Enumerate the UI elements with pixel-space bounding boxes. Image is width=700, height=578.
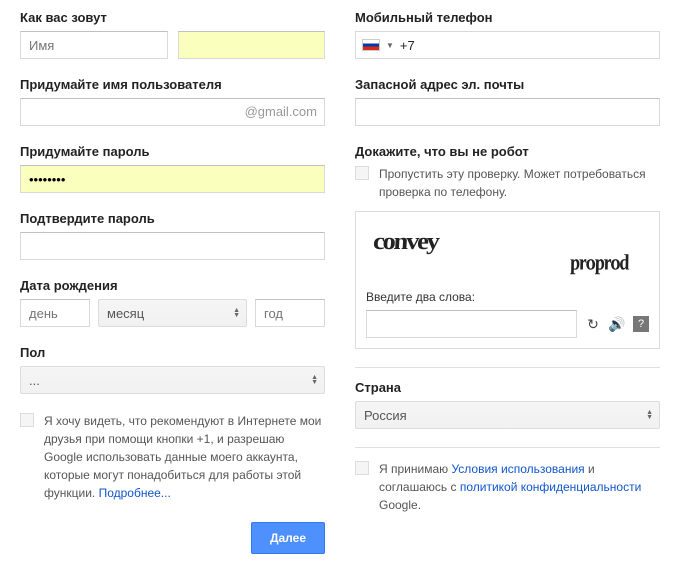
- right-column: Мобильный телефон ▼ +7 Запасной адрес эл…: [355, 10, 660, 554]
- username-group: Придумайте имя пользователя @gmail.com: [20, 77, 325, 126]
- username-input[interactable]: [20, 98, 325, 126]
- select-arrows-icon: ▲▼: [311, 375, 318, 385]
- confirm-password-group: Подтвердите пароль: [20, 211, 325, 260]
- gender-label: Пол: [20, 345, 325, 360]
- plusone-checkbox[interactable]: [20, 413, 34, 427]
- phone-group: Мобильный телефон ▼ +7: [355, 10, 660, 59]
- next-button[interactable]: Далее: [251, 522, 325, 554]
- gender-select[interactable]: ... ▲▼: [20, 366, 325, 394]
- robot-label: Докажите, что вы не робот: [355, 144, 660, 159]
- password-group: Придумайте пароль: [20, 144, 325, 193]
- plusone-text: Я хочу видеть, что рекомендуют в Интерне…: [44, 412, 325, 502]
- help-icon[interactable]: ?: [633, 316, 649, 332]
- captcha-prompt: Введите два слова:: [366, 290, 649, 304]
- captcha-input[interactable]: [366, 310, 577, 338]
- dob-month-value: месяц: [107, 306, 144, 321]
- dob-group: Дата рождения месяц ▲▼: [20, 278, 325, 327]
- captcha-box: convey proprod Введите два слова: ↻ 🔊 ?: [355, 211, 660, 349]
- tos-text: Я принимаю Условия использования и согла…: [379, 460, 660, 514]
- dob-year-input[interactable]: [255, 299, 325, 327]
- refresh-icon[interactable]: ↻: [585, 316, 601, 332]
- tos-row: Я принимаю Условия использования и согла…: [355, 460, 660, 514]
- recovery-email-group: Запасной адрес эл. почты: [355, 77, 660, 126]
- password-input[interactable]: [20, 165, 325, 193]
- dob-month-select[interactable]: месяц ▲▼: [98, 299, 247, 327]
- skip-verification-text: Пропустить эту проверку. Может потребова…: [379, 165, 660, 201]
- confirm-password-input[interactable]: [20, 232, 325, 260]
- confirm-password-label: Подтвердите пароль: [20, 211, 325, 226]
- divider: [355, 367, 660, 368]
- plusone-row: Я хочу видеть, что рекомендуют в Интерне…: [20, 412, 325, 502]
- country-select[interactable]: Россия ▲▼: [355, 401, 660, 429]
- robot-group: Докажите, что вы не робот Пропустить эту…: [355, 144, 660, 349]
- gender-value: ...: [29, 373, 40, 388]
- flag-russia-icon: [362, 39, 380, 51]
- tos-link[interactable]: Условия использования: [451, 462, 584, 476]
- phone-input-wrap[interactable]: ▼ +7: [355, 31, 660, 59]
- country-label: Страна: [355, 380, 660, 395]
- tos-checkbox[interactable]: [355, 461, 369, 475]
- name-group: Как вас зовут: [20, 10, 325, 59]
- chevron-down-icon[interactable]: ▼: [386, 41, 394, 50]
- divider: [355, 447, 660, 448]
- select-arrows-icon: ▲▼: [646, 410, 653, 420]
- skip-verification-checkbox[interactable]: [355, 166, 369, 180]
- dob-label: Дата рождения: [20, 278, 325, 293]
- audio-icon[interactable]: 🔊: [609, 316, 625, 332]
- learn-more-link[interactable]: Подробнее...: [99, 486, 171, 500]
- left-column: Как вас зовут Придумайте имя пользовател…: [20, 10, 325, 554]
- phone-label: Мобильный телефон: [355, 10, 660, 25]
- privacy-link[interactable]: политикой конфиденциальности: [460, 480, 641, 494]
- password-label: Придумайте пароль: [20, 144, 325, 159]
- username-label: Придумайте имя пользователя: [20, 77, 325, 92]
- country-value: Россия: [364, 408, 407, 423]
- phone-prefix: +7: [400, 38, 415, 53]
- captcha-image: convey proprod: [366, 222, 649, 282]
- dob-day-input[interactable]: [20, 299, 90, 327]
- name-label: Как вас зовут: [20, 10, 325, 25]
- country-group: Страна Россия ▲▼: [355, 380, 660, 429]
- gender-group: Пол ... ▲▼: [20, 345, 325, 394]
- select-arrows-icon: ▲▼: [233, 308, 240, 318]
- last-name-input[interactable]: [178, 31, 326, 59]
- recovery-email-label: Запасной адрес эл. почты: [355, 77, 660, 92]
- first-name-input[interactable]: [20, 31, 168, 59]
- recovery-email-input[interactable]: [355, 98, 660, 126]
